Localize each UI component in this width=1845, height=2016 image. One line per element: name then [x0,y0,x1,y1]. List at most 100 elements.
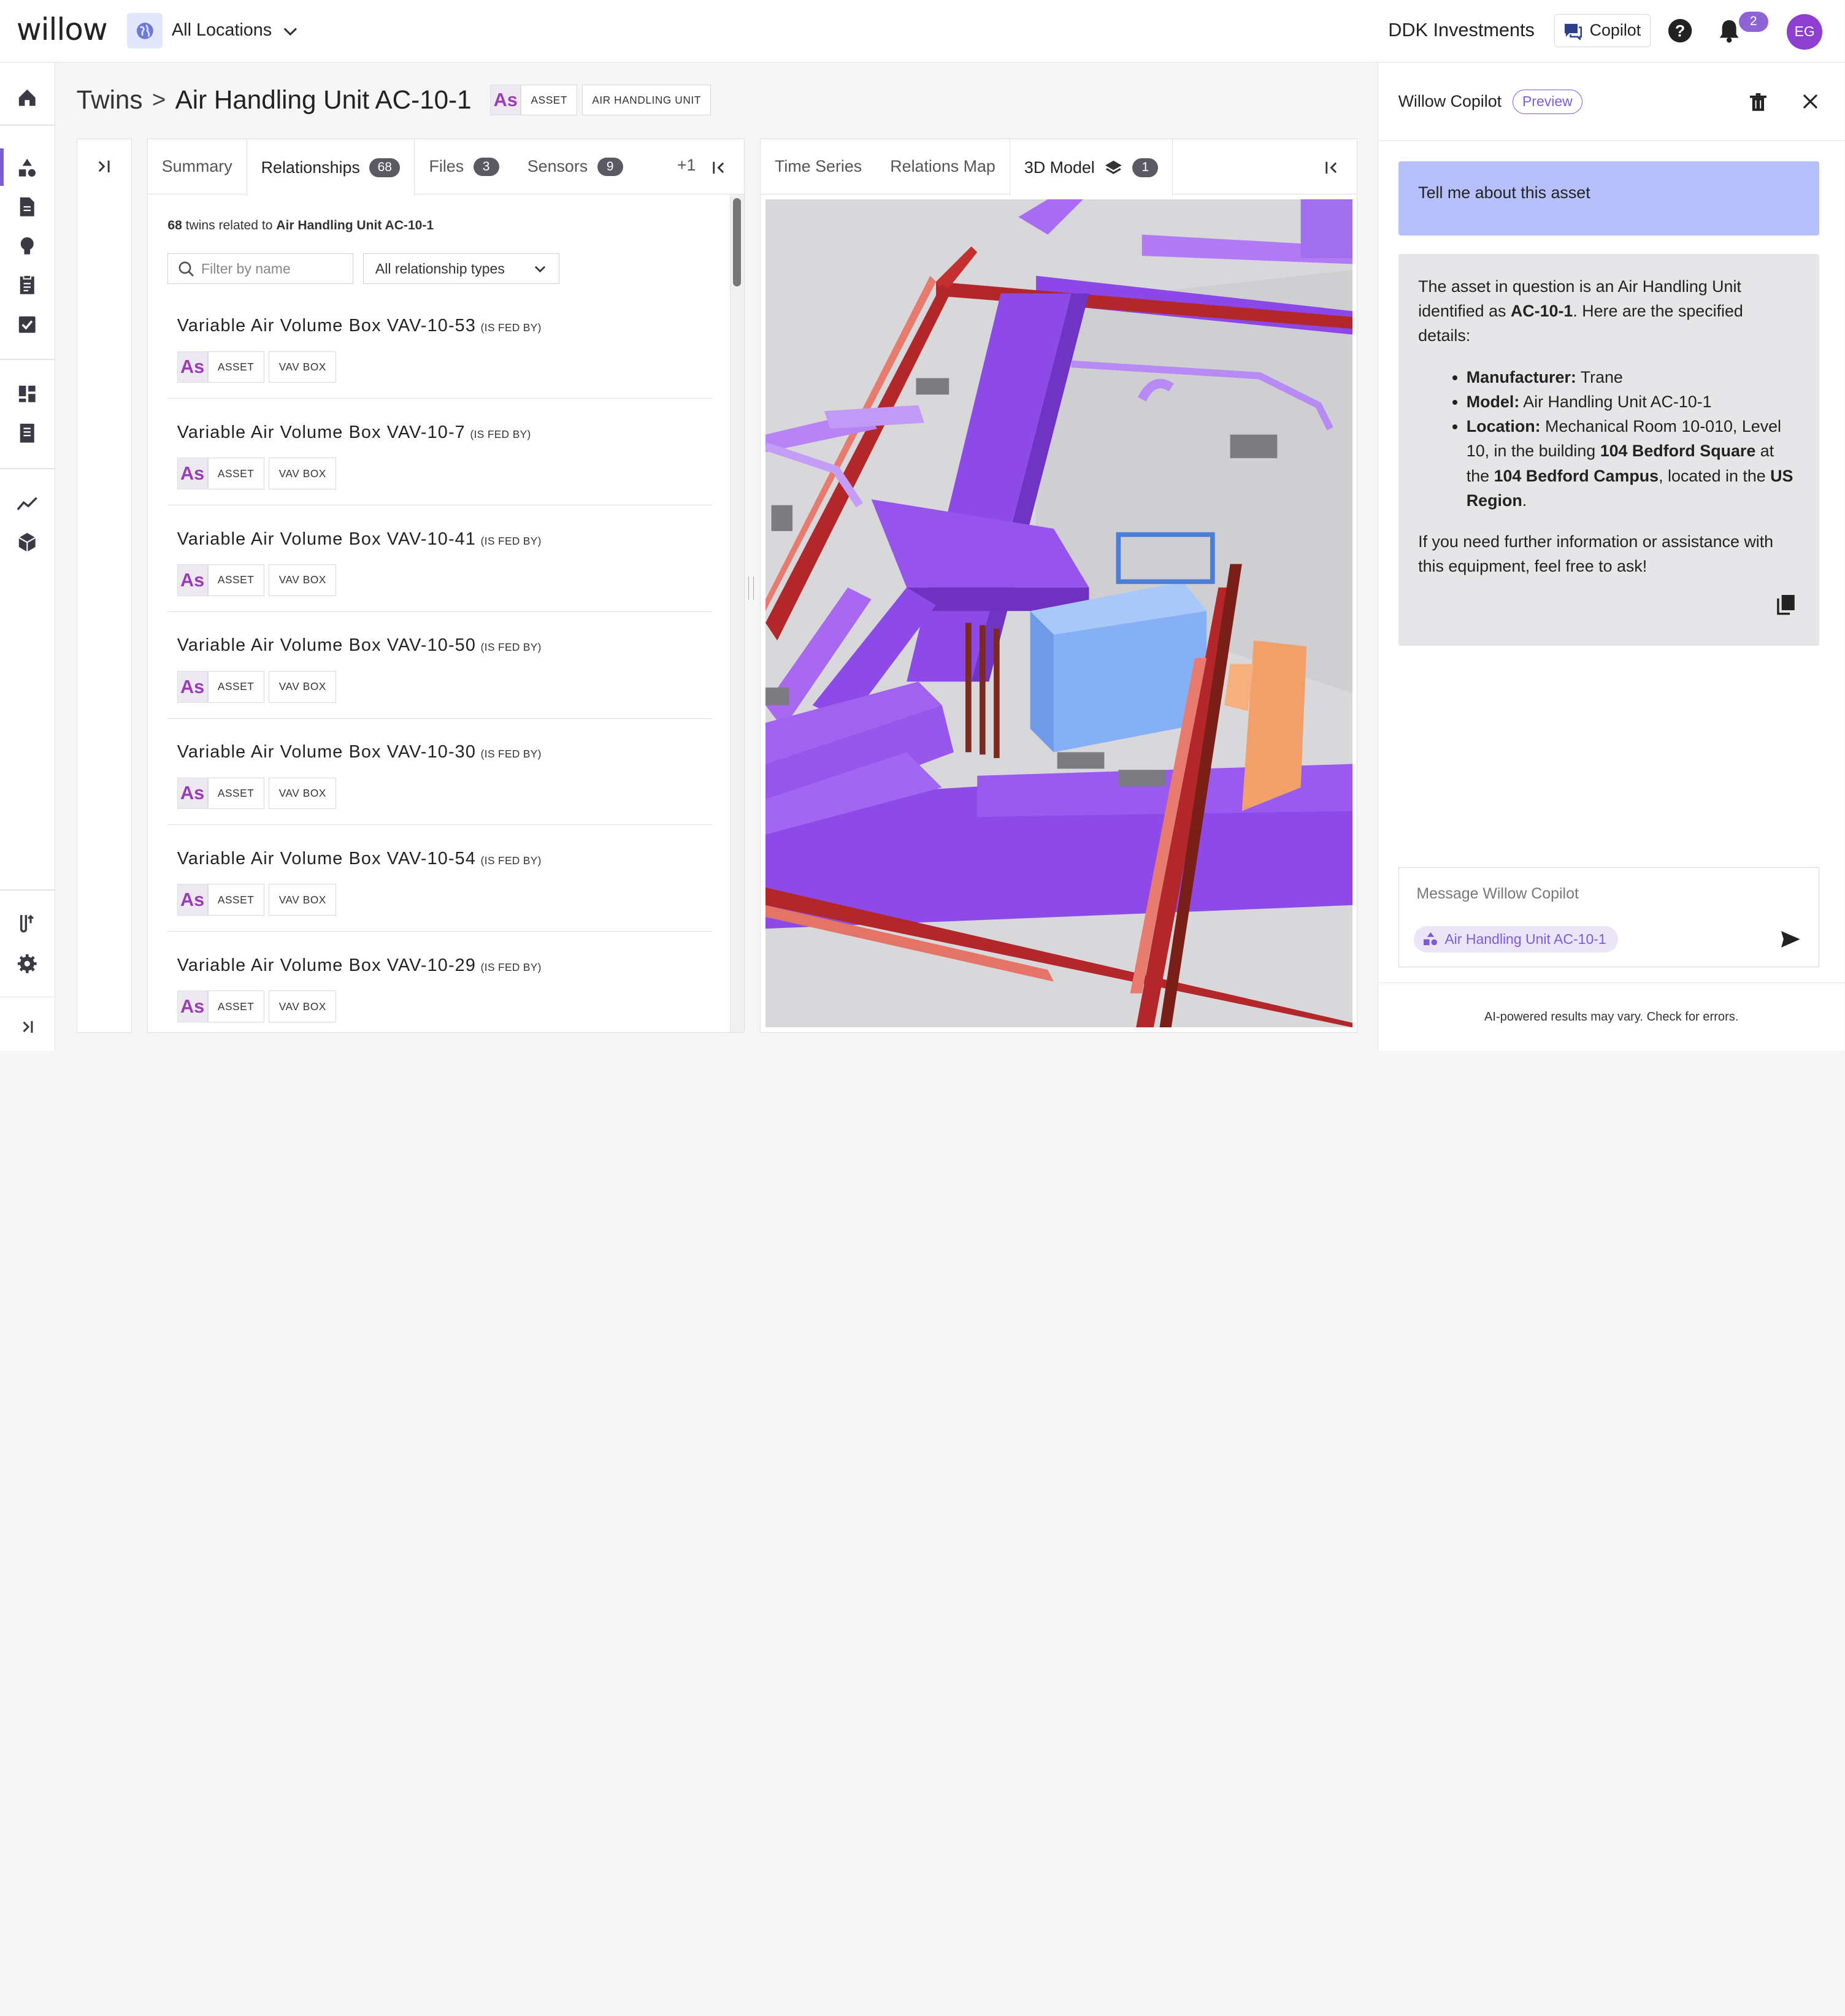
document-icon[interactable] [17,196,38,218]
cube-icon[interactable] [17,532,38,553]
help-icon[interactable]: ? [1667,18,1693,44]
twins-icon[interactable] [17,158,38,179]
twin-name: Variable Air Volume Box VAV-10-7 [177,422,466,442]
tab-time-series[interactable]: Time Series [761,139,876,194]
layers-count-badge: 1 [1132,158,1159,177]
twin-chips: As ASSET VAV BOX [177,351,337,383]
twin-name: Variable Air Volume Box VAV-10-29 [177,955,476,975]
detail-label: Location: [1466,417,1541,436]
filter-by-name-input[interactable]: Filter by name [167,253,354,285]
detail-label: Manufacturer: [1466,367,1576,386]
location-selector[interactable]: All Locations [127,13,300,48]
asset-type-chip-icon: As [177,991,208,1022]
asset-chip: ASSET [521,85,578,115]
user-message: Tell me about this asset [1398,161,1820,236]
detail-value: Trane [1576,367,1623,386]
relationship-twin-name[interactable]: Variable Air Volume Box VAV-10-50 (IS FED… [177,635,542,656]
tab-3d-model[interactable]: 3D Model 1 [1009,139,1173,196]
tab-relations-map[interactable]: Relations Map [876,139,1010,194]
relationship-twin-name[interactable]: Variable Air Volume Box VAV-10-53 (IS FED… [177,316,542,336]
relationship-list-item[interactable]: Variable Air Volume Box VAV-10-29 (IS FED… [167,932,712,1032]
model-chip: VAV BOX [269,670,337,703]
expand-nav-icon[interactable] [17,1016,38,1038]
clipboard-icon[interactable] [17,274,38,296]
relationship-kind: (IS FED BY) [480,641,542,654]
report-icon[interactable] [17,423,38,444]
count-badge: 9 [597,157,623,177]
scrollbar-thumb[interactable] [732,198,742,287]
checkbox-icon[interactable] [17,314,38,335]
3d-model-viewport[interactable] [764,199,1352,1028]
relationship-twin-name[interactable]: Variable Air Volume Box VAV-10-29 (IS FED… [177,956,542,976]
model-chip: AIR HANDLING UNIT [581,85,712,115]
trash-icon[interactable] [1750,93,1766,112]
detail-value: , located in the [1659,466,1771,485]
detail-campus: 104 Bedford Campus [1494,466,1659,485]
panel-resize-handle[interactable] [748,576,754,600]
preview-badge: Preview [1512,89,1583,115]
bell-icon[interactable] [1717,18,1741,44]
breadcrumb-twins-link[interactable]: Twins [77,85,143,115]
scrollbar[interactable] [730,194,745,1032]
relationship-list-item[interactable]: Variable Air Volume Box VAV-10-41 (IS FED… [167,505,713,612]
relationship-list-item[interactable]: Variable Air Volume Box VAV-10-30 (IS FED… [167,719,713,826]
search-icon [178,261,194,277]
relationship-twin-name[interactable]: Variable Air Volume Box VAV-10-54 (IS FED… [177,849,542,869]
expand-panel-icon[interactable] [96,158,112,175]
twin-name: Variable Air Volume Box VAV-10-50 [177,635,476,656]
collapse-panel-icon[interactable] [1323,159,1340,176]
tab-summary[interactable]: Summary [148,139,247,194]
relationship-list-item[interactable]: Variable Air Volume Box VAV-10-54 (IS FED… [167,825,713,932]
relationship-count-text: 68 twins related to Air Handling Unit AC… [167,218,434,233]
relationships-panel: Summary Relationships 68 Files 3 Sensors… [147,139,745,1033]
twin-chips: As ASSET VAV BOX [177,777,337,810]
avatar[interactable]: EG [1787,14,1822,50]
collapse-panel-icon[interactable] [710,159,727,176]
willow-logo[interactable]: willow [17,12,108,47]
relationship-type-select[interactable]: All relationship types [362,253,560,285]
send-icon[interactable] [1781,931,1800,948]
relationship-twin-name[interactable]: Variable Air Volume Box VAV-10-41 (IS FED… [177,529,542,550]
copilot-response: The asset in question is an Air Handling… [1398,254,1820,646]
page-title: Air Handling Unit AC-10-1 [175,85,472,115]
more-tabs-button[interactable]: +1 [677,156,696,175]
lightbulb-icon[interactable] [17,236,38,257]
relationship-list-item[interactable]: Variable Air Volume Box VAV-10-7 (IS FED … [167,399,713,506]
3d-model-scene[interactable] [764,199,1352,1028]
tab-label: Summary [161,157,232,176]
tab-sensors[interactable]: Sensors 9 [513,139,637,194]
notification-badge: 2 [1738,12,1768,32]
twin-name: Variable Air Volume Box VAV-10-54 [177,848,476,868]
gear-icon[interactable] [17,953,38,975]
relationship-list-item[interactable]: Variable Air Volume Box VAV-10-53 (IS FED… [167,293,713,399]
copilot-message-input[interactable]: Message Willow Copilot Air Handling Unit… [1398,867,1820,967]
copy-icon[interactable] [1777,595,1795,615]
left-nav [0,62,56,1051]
copilot-button[interactable]: Copilot [1554,14,1651,47]
detail-manufacturer: Manufacturer: Trane [1467,365,1800,389]
response-asset-id: AC-10-1 [1510,302,1573,321]
response-outro: If you need further information or assis… [1418,532,1774,576]
relationship-twin-name[interactable]: Variable Air Volume Box VAV-10-7 (IS FED … [177,423,531,443]
relationship-list-item[interactable]: Variable Air Volume Box VAV-10-50 (IS FED… [167,612,713,719]
relationship-kind: (IS FED BY) [480,854,542,867]
twin-chips: As ASSET VAV BOX [177,884,337,916]
asset-chip: ASSET [207,564,264,596]
relationship-twin-name[interactable]: Variable Air Volume Box VAV-10-30 (IS FED… [177,742,542,762]
layers-icon[interactable] [1104,159,1123,176]
detail-label: Model: [1466,392,1520,411]
breadcrumb-separator: > [152,86,166,113]
tab-relationships[interactable]: Relationships 68 [246,139,415,196]
close-icon[interactable] [1803,94,1818,109]
trend-line-icon[interactable] [17,493,38,515]
twin-icon [1423,932,1437,946]
dashboard-icon[interactable] [17,383,38,405]
nav-active-indicator [0,148,4,186]
chevron-down-icon [534,266,545,273]
asset-chip: ASSET [207,777,264,810]
tab-files[interactable]: Files 3 [415,139,513,194]
home-icon[interactable] [17,87,38,109]
sensor-icon[interactable] [17,913,38,934]
location-label: All Locations [172,20,272,40]
context-chip[interactable]: Air Handling Unit AC-10-1 [1414,926,1618,952]
